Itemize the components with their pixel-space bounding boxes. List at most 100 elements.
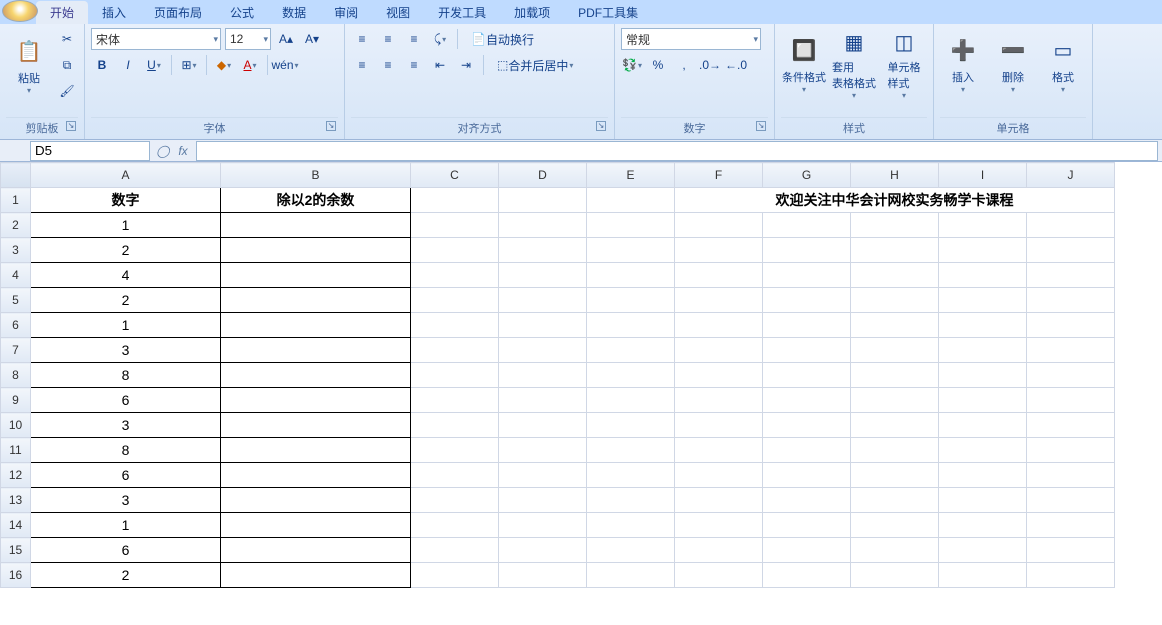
cell-B4[interactable] <box>221 263 411 288</box>
cell-I15[interactable] <box>939 538 1027 563</box>
tab-home[interactable]: 开始 <box>36 1 88 24</box>
grow-font-button[interactable]: A▴ <box>275 28 297 50</box>
cell-E11[interactable] <box>587 438 675 463</box>
cell-E6[interactable] <box>587 313 675 338</box>
align-bottom-button[interactable]: ≡ <box>403 28 425 50</box>
dec-decimal-button[interactable]: ←.0 <box>725 54 747 76</box>
cell-A5[interactable]: 2 <box>31 288 221 313</box>
underline-button[interactable]: U <box>143 54 165 76</box>
align-left-button[interactable]: ≡ <box>351 54 373 76</box>
launcher-icon[interactable]: ↘ <box>596 121 606 131</box>
cell-J10[interactable] <box>1027 413 1115 438</box>
name-box[interactable] <box>30 141 150 161</box>
sheet-area[interactable]: ABCDEFGHIJ1数字除以2的余数欢迎关注中华会计网校实务畅学卡课程2132… <box>0 162 1162 625</box>
row-header-2[interactable]: 2 <box>1 213 31 238</box>
tab-dev[interactable]: 开发工具 <box>424 1 500 24</box>
cell-F1[interactable]: 欢迎关注中华会计网校实务畅学卡课程 <box>675 188 1115 213</box>
cell-J7[interactable] <box>1027 338 1115 363</box>
copy-button[interactable]: ⧉ <box>56 54 78 76</box>
cell-C4[interactable] <box>411 263 499 288</box>
cell-I12[interactable] <box>939 463 1027 488</box>
cell-E8[interactable] <box>587 363 675 388</box>
font-color-button[interactable]: A <box>239 54 261 76</box>
cell-I3[interactable] <box>939 238 1027 263</box>
cell-H3[interactable] <box>851 238 939 263</box>
indent-inc-button[interactable]: ⇥ <box>455 54 477 76</box>
cell-J6[interactable] <box>1027 313 1115 338</box>
cell-C2[interactable] <box>411 213 499 238</box>
cell-B14[interactable] <box>221 513 411 538</box>
cell-E14[interactable] <box>587 513 675 538</box>
cell-A7[interactable]: 3 <box>31 338 221 363</box>
cell-A14[interactable]: 1 <box>31 513 221 538</box>
col-header-D[interactable]: D <box>499 163 587 188</box>
cell-D2[interactable] <box>499 213 587 238</box>
col-header-G[interactable]: G <box>763 163 851 188</box>
tab-pdf[interactable]: PDF工具集 <box>564 1 652 24</box>
cell-E5[interactable] <box>587 288 675 313</box>
cell-H9[interactable] <box>851 388 939 413</box>
cell-E7[interactable] <box>587 338 675 363</box>
cell-D13[interactable] <box>499 488 587 513</box>
cell-C10[interactable] <box>411 413 499 438</box>
cell-B12[interactable] <box>221 463 411 488</box>
cell-J5[interactable] <box>1027 288 1115 313</box>
cell-B5[interactable] <box>221 288 411 313</box>
cell-A4[interactable]: 4 <box>31 263 221 288</box>
row-header-5[interactable]: 5 <box>1 288 31 313</box>
cell-E16[interactable] <box>587 563 675 588</box>
cell-G11[interactable] <box>763 438 851 463</box>
align-center-button[interactable]: ≡ <box>377 54 399 76</box>
tab-addins[interactable]: 加载项 <box>500 1 564 24</box>
cell-D16[interactable] <box>499 563 587 588</box>
cell-F4[interactable] <box>675 263 763 288</box>
paste-button[interactable]: 📋 粘贴 ▾ <box>6 29 52 101</box>
cell-A6[interactable]: 1 <box>31 313 221 338</box>
spreadsheet-grid[interactable]: ABCDEFGHIJ1数字除以2的余数欢迎关注中华会计网校实务畅学卡课程2132… <box>0 162 1115 588</box>
cell-F3[interactable] <box>675 238 763 263</box>
tab-view[interactable]: 视图 <box>372 1 424 24</box>
shrink-font-button[interactable]: A▾ <box>301 28 323 50</box>
cell-G14[interactable] <box>763 513 851 538</box>
formula-input[interactable] <box>196 141 1158 161</box>
indent-dec-button[interactable]: ⇤ <box>429 54 451 76</box>
merge-center-button[interactable]: ⬚ 合并后居中 <box>490 54 580 76</box>
cell-J16[interactable] <box>1027 563 1115 588</box>
cell-D6[interactable] <box>499 313 587 338</box>
cell-J2[interactable] <box>1027 213 1115 238</box>
cell-C7[interactable] <box>411 338 499 363</box>
office-button[interactable] <box>2 0 38 22</box>
cell-D15[interactable] <box>499 538 587 563</box>
cell-C13[interactable] <box>411 488 499 513</box>
cell-I11[interactable] <box>939 438 1027 463</box>
col-header-C[interactable]: C <box>411 163 499 188</box>
launcher-icon[interactable]: ↘ <box>756 121 766 131</box>
cell-E1[interactable] <box>587 188 675 213</box>
cell-G12[interactable] <box>763 463 851 488</box>
cell-C15[interactable] <box>411 538 499 563</box>
inc-decimal-button[interactable]: .0→ <box>699 54 721 76</box>
percent-button[interactable]: % <box>647 54 669 76</box>
cell-B2[interactable] <box>221 213 411 238</box>
col-header-B[interactable]: B <box>221 163 411 188</box>
bold-button[interactable]: B <box>91 54 113 76</box>
font-name-combo[interactable]: 宋体 <box>91 28 221 50</box>
cell-J3[interactable] <box>1027 238 1115 263</box>
cell-E9[interactable] <box>587 388 675 413</box>
cell-C8[interactable] <box>411 363 499 388</box>
fill-color-button[interactable]: ◆ <box>213 54 235 76</box>
orientation-button[interactable]: ⤹ <box>429 28 451 50</box>
cell-E2[interactable] <box>587 213 675 238</box>
cell-J13[interactable] <box>1027 488 1115 513</box>
cell-I2[interactable] <box>939 213 1027 238</box>
cell-J12[interactable] <box>1027 463 1115 488</box>
cell-H13[interactable] <box>851 488 939 513</box>
cell-H12[interactable] <box>851 463 939 488</box>
cell-G15[interactable] <box>763 538 851 563</box>
cell-D14[interactable] <box>499 513 587 538</box>
cell-I7[interactable] <box>939 338 1027 363</box>
cell-C12[interactable] <box>411 463 499 488</box>
cell-D12[interactable] <box>499 463 587 488</box>
cut-button[interactable]: ✂ <box>56 28 78 50</box>
cell-J14[interactable] <box>1027 513 1115 538</box>
